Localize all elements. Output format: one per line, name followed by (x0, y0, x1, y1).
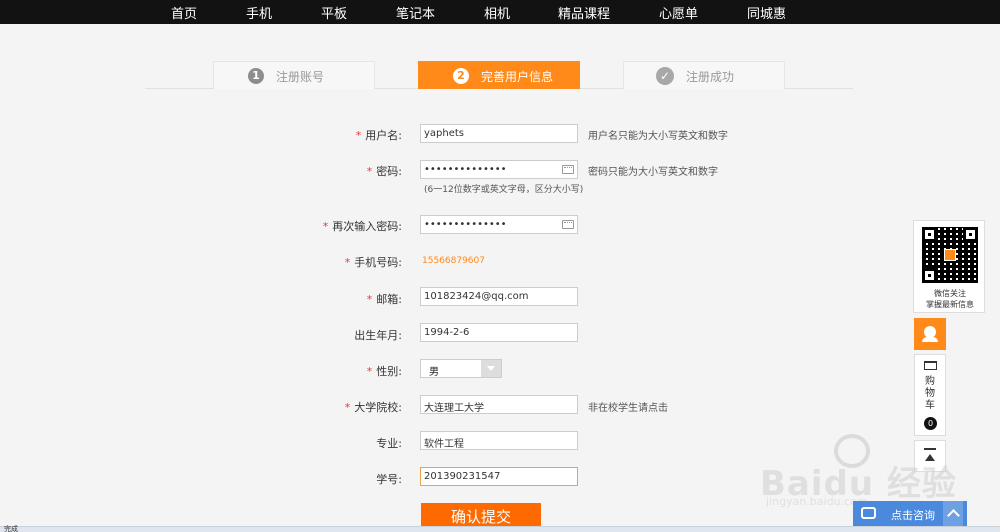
status-text: 完成 (4, 525, 18, 532)
username-label: * 用户名: (355, 129, 402, 142)
customer-service-button[interactable] (914, 318, 946, 350)
birthday-input[interactable]: 1994-2-6 (420, 323, 578, 342)
nav-item-courses[interactable]: 精品课程 (558, 3, 610, 22)
top-navigation: 首页 手机 平板 笔记本 相机 精品课程 心愿单 同城惠 (0, 0, 1000, 24)
university-hint[interactable]: 非在校学生请点击 (588, 399, 668, 414)
nav-item-tablet[interactable]: 平板 (321, 3, 347, 22)
required-mark: * (366, 165, 373, 178)
shopping-cart-button[interactable]: 购 物 车 0 (914, 354, 946, 436)
password-subhint: (6一12位数字或英文字母，区分大小写) (424, 185, 584, 195)
confirm-password-label: * 再次输入密码: (322, 220, 402, 233)
step-label: 注册账号 (276, 70, 325, 84)
password-label: * 密码: (366, 165, 402, 178)
password-input[interactable]: •••••••••••••• (420, 160, 578, 179)
qr-caption-line2: 掌握最新信息 (926, 300, 974, 309)
phone-label: * 手机号码: (344, 256, 402, 269)
qr-code-image (922, 227, 978, 283)
nav-item-wishlist[interactable]: 心愿单 (659, 3, 698, 22)
qr-code-panel: 微信关注 掌握最新信息 (913, 220, 985, 313)
cart-icon (924, 361, 937, 370)
major-input[interactable]: 软件工程 (420, 431, 578, 450)
step-label: 注册成功 (686, 70, 735, 84)
consult-button[interactable]: 点击咨询 (853, 501, 967, 527)
student-id-label: 学号: (376, 473, 402, 486)
step-number: 2 (453, 68, 469, 84)
keyboard-icon[interactable] (562, 220, 574, 229)
keyboard-icon[interactable] (562, 165, 574, 174)
step-register-success: ✓ 注册成功 (623, 61, 785, 89)
logo-icon (944, 249, 956, 261)
confirm-password-input[interactable]: •••••••••••••• (420, 215, 578, 234)
birthday-label: 出生年月: (354, 329, 402, 342)
password-value: •••••••••••••• (424, 164, 507, 175)
chat-icon (861, 507, 876, 519)
step-label: 完善用户信息 (481, 70, 554, 84)
step-complete-info: 2 完善用户信息 (418, 61, 580, 89)
required-mark: * (322, 220, 329, 233)
required-mark: * (355, 129, 362, 142)
confirm-password-value: •••••••••••••• (424, 219, 507, 230)
baidu-watermark: Baidu 经验 jingyan.baidu.com (760, 428, 956, 508)
major-label: 专业: (376, 437, 402, 450)
nav-item-local-deals[interactable]: 同城惠 (747, 3, 786, 22)
username-hint: 用户名只能为大小写英文和数字 (588, 131, 728, 142)
required-mark: * (366, 293, 373, 306)
qr-caption-line1: 微信关注 (934, 289, 966, 298)
step-number: 1 (248, 68, 264, 84)
chevron-up-icon[interactable] (943, 501, 963, 527)
cart-label: 购 物 车 (925, 376, 935, 411)
phone-value: 15566879607 (422, 256, 485, 266)
university-label: * 大学院校: (344, 401, 402, 414)
gender-label: * 性别: (366, 365, 402, 378)
nav-item-laptop[interactable]: 笔记本 (396, 3, 435, 22)
username-input[interactable]: yaphets (420, 124, 578, 143)
nav-item-home[interactable]: 首页 (171, 3, 197, 22)
chevron-down-icon[interactable] (481, 360, 501, 377)
required-mark: * (366, 365, 373, 378)
university-input[interactable]: 大连理工大学 (420, 395, 578, 414)
nav-item-phone[interactable]: 手机 (246, 3, 272, 22)
step-register-account: 1 注册账号 (213, 61, 375, 89)
password-hint: 密码只能为大小写英文和数字 (588, 167, 718, 178)
check-icon: ✓ (656, 67, 674, 85)
required-mark: * (344, 256, 351, 269)
consult-label: 点击咨询 (891, 509, 935, 522)
email-label: * 邮箱: (366, 293, 402, 306)
student-id-input[interactable]: 201390231547 (420, 467, 578, 486)
nav-item-camera[interactable]: 相机 (484, 3, 510, 22)
gender-select[interactable]: 男 (420, 359, 502, 378)
email-input[interactable]: 101823424@qq.com (420, 287, 578, 306)
browser-status-bar: 完成 (0, 525, 1000, 532)
required-mark: * (344, 401, 351, 414)
gender-value: 男 (429, 367, 439, 378)
